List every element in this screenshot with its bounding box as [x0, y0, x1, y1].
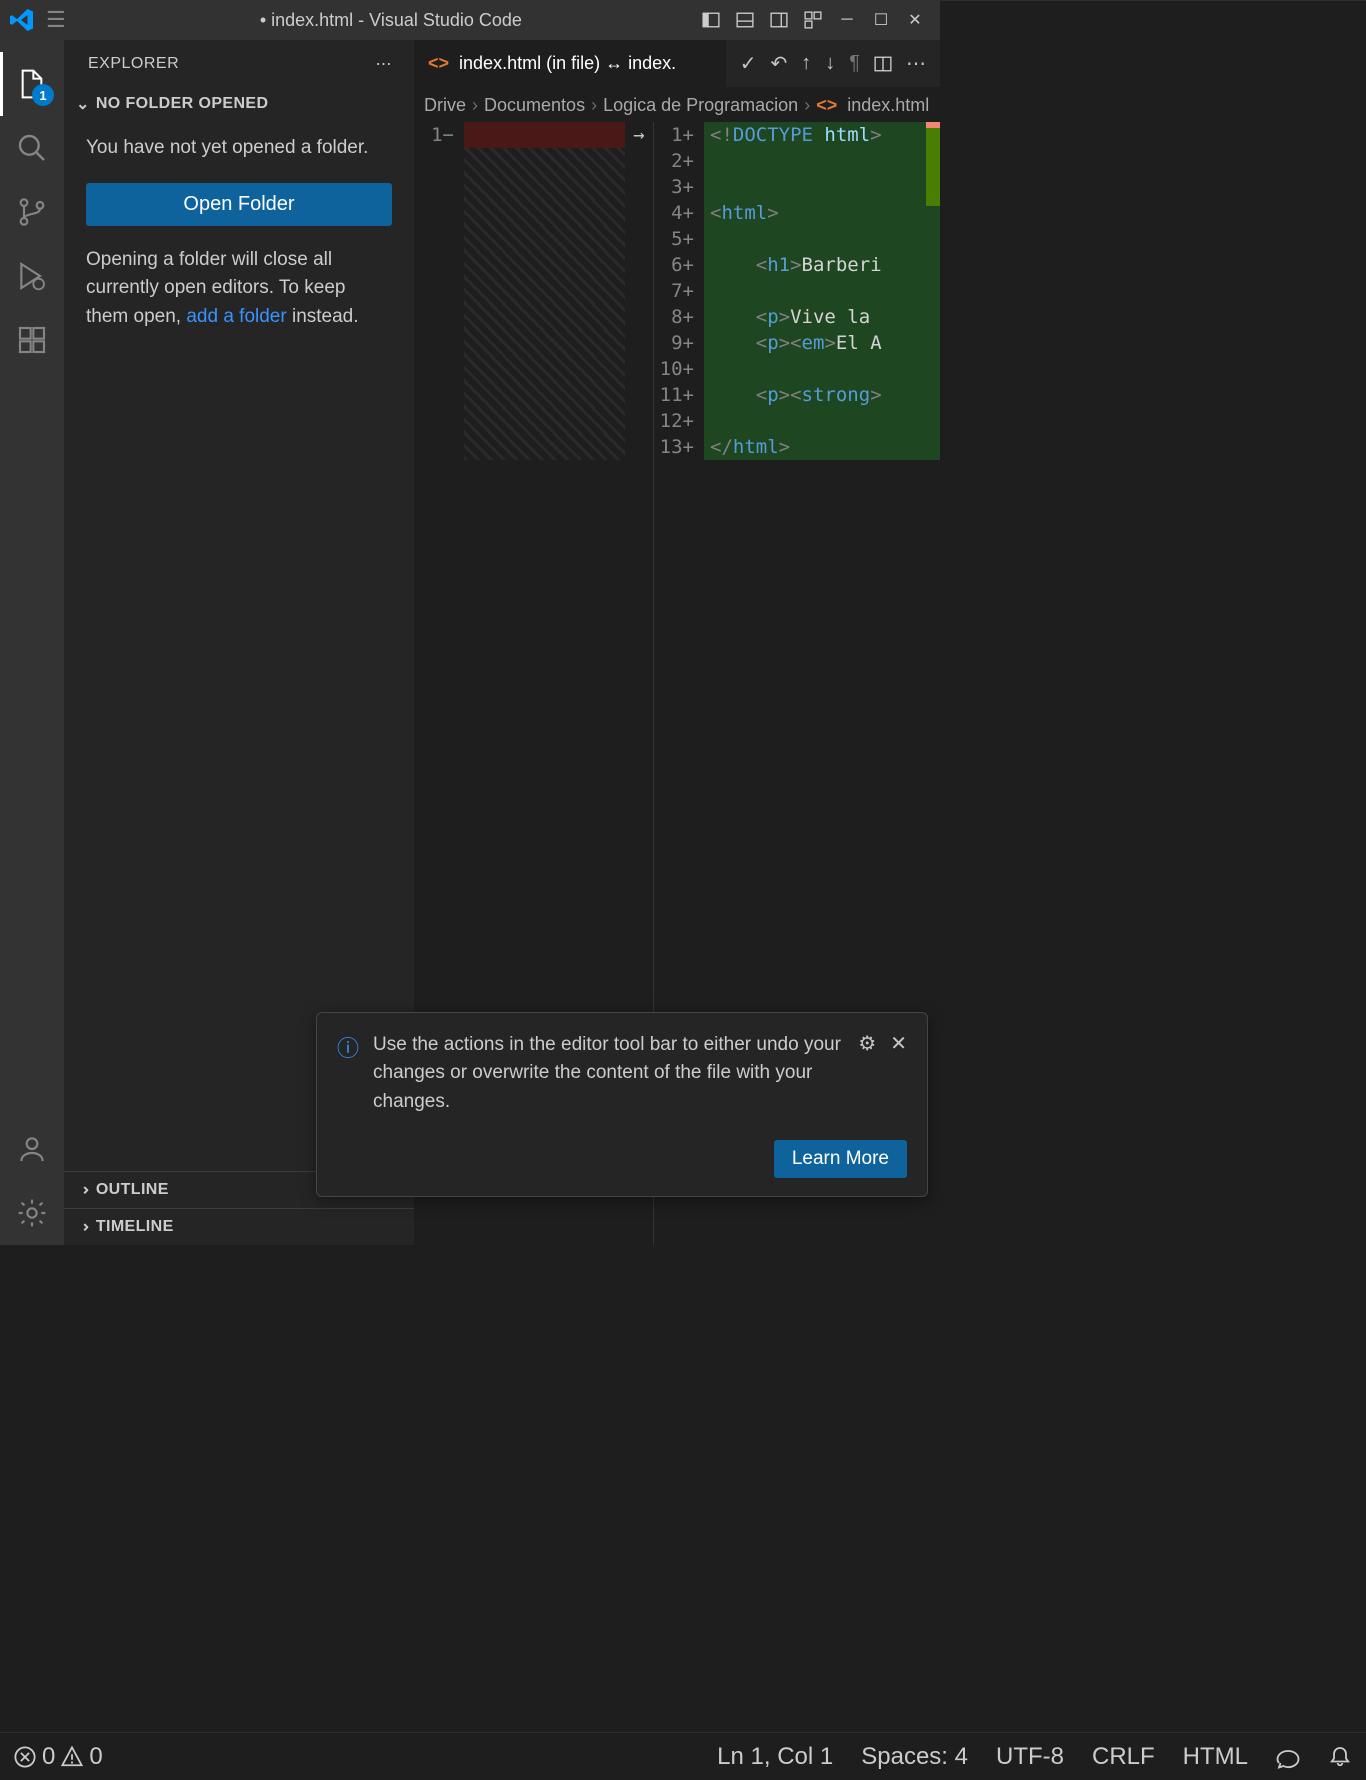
more-actions-icon[interactable]: ⋯ [906, 51, 926, 76]
notification-close-icon[interactable]: ✕ [890, 1031, 907, 1056]
editor-tab-actions: ✓ ↶ ↑ ↓ ¶ ⋯ [726, 51, 940, 76]
hamburger-menu-icon[interactable]: ☰ [46, 7, 66, 33]
accept-changes-icon[interactable]: ✓ [740, 51, 757, 76]
overview-ruler[interactable] [926, 122, 940, 462]
vscode-window: ☰ • index.html - Visual Studio Code ─ ☐ … [0, 0, 940, 1245]
notification-gear-icon[interactable]: ⚙ [858, 1031, 876, 1056]
notification-message: Use the actions in the editor tool bar t… [373, 1031, 844, 1117]
extensions-icon [16, 324, 48, 356]
window-controls: ─ ☐ ✕ [696, 5, 930, 35]
search-icon [16, 132, 48, 164]
previous-change-icon[interactable]: ↑ [801, 52, 811, 75]
status-cursor-position[interactable]: Ln 1, Col 1 [717, 1743, 833, 1771]
titlebar: ☰ • index.html - Visual Studio Code ─ ☐ … [0, 0, 940, 40]
tabbar: <> index.html (in file) ↔ index. ✓ ↶ ↑ ↓… [414, 40, 940, 88]
status-encoding[interactable]: UTF-8 [996, 1743, 1064, 1771]
activity-run-debug[interactable] [0, 244, 64, 308]
activity-search[interactable] [0, 116, 64, 180]
chevron-right-icon: ⌄ [73, 1220, 93, 1234]
next-change-icon[interactable]: ↓ [825, 52, 835, 75]
status-feedback-icon[interactable] [1276, 1745, 1300, 1769]
gear-icon [16, 1197, 48, 1229]
section-label: NO FOLDER OPENED [96, 95, 269, 113]
editor-tab[interactable]: <> index.html (in file) ↔ index. [414, 40, 726, 87]
folder-hint: Opening a folder will close all currentl… [86, 246, 392, 332]
git-branch-icon [16, 196, 48, 228]
maximize-button[interactable]: ☐ [866, 5, 896, 35]
vscode-logo-icon [10, 8, 34, 32]
sidebar-title: EXPLORER [88, 55, 179, 73]
warning-icon [61, 1746, 83, 1768]
toggle-whitespace-icon[interactable]: ¶ [849, 52, 860, 75]
split-editor-icon[interactable] [874, 55, 892, 73]
error-icon [14, 1746, 36, 1768]
toggle-panel-icon[interactable] [730, 5, 760, 35]
chevron-right-icon: ⌄ [73, 1183, 93, 1197]
activity-explorer[interactable]: 1 [0, 52, 64, 116]
toggle-primary-sidebar-icon[interactable] [696, 5, 726, 35]
explorer-badge: 1 [32, 84, 54, 106]
html-file-icon: <> [816, 95, 837, 116]
sidebar-more-icon[interactable]: ⋯ [376, 54, 393, 74]
info-icon: ⓘ [337, 1031, 359, 1063]
window-title: • index.html - Visual Studio Code [86, 10, 696, 31]
notification-toast: ⓘ Use the actions in the editor tool bar… [316, 1012, 928, 1198]
add-folder-link[interactable]: add a folder [186, 306, 286, 327]
sidebar-header: EXPLORER ⋯ [64, 40, 414, 88]
breadcrumb[interactable]: Drive› Documentos› Logica de Programacio… [414, 88, 940, 122]
learn-more-button[interactable]: Learn More [774, 1140, 907, 1178]
status-notifications-icon[interactable] [1328, 1745, 1352, 1769]
activity-settings[interactable] [0, 1181, 64, 1245]
no-folder-section-header[interactable]: ⌄ NO FOLDER OPENED [64, 88, 414, 120]
toggle-secondary-sidebar-icon[interactable] [764, 5, 794, 35]
activity-extensions[interactable] [0, 308, 64, 372]
timeline-section[interactable]: ⌄ TIMELINE [64, 1208, 414, 1245]
activity-bar: 1 [0, 40, 64, 1245]
status-indentation[interactable]: Spaces: 4 [861, 1743, 968, 1771]
status-eol[interactable]: CRLF [1092, 1743, 1155, 1771]
move-change-icon[interactable]: → [625, 122, 653, 148]
activity-accounts[interactable] [0, 1117, 64, 1181]
open-folder-button[interactable]: Open Folder [86, 183, 392, 226]
customize-layout-icon[interactable] [798, 5, 828, 35]
chevron-down-icon: ⌄ [76, 94, 90, 114]
tab-label: index.html (in file) ↔ index. [459, 53, 676, 74]
close-button[interactable]: ✕ [900, 5, 930, 35]
activity-source-control[interactable] [0, 180, 64, 244]
statusbar: 0 0 Ln 1, Col 1 Spaces: 4 UTF-8 CRLF HTM… [0, 1732, 1366, 1780]
no-folder-message: You have not yet opened a folder. [86, 134, 392, 163]
account-icon [16, 1133, 48, 1165]
revert-icon[interactable]: ↶ [770, 51, 787, 76]
status-problems[interactable]: 0 0 [14, 1743, 103, 1771]
status-language[interactable]: HTML [1183, 1743, 1248, 1771]
html-file-icon: <> [428, 53, 449, 74]
minimize-button[interactable]: ─ [832, 5, 862, 35]
play-bug-icon [16, 260, 48, 292]
